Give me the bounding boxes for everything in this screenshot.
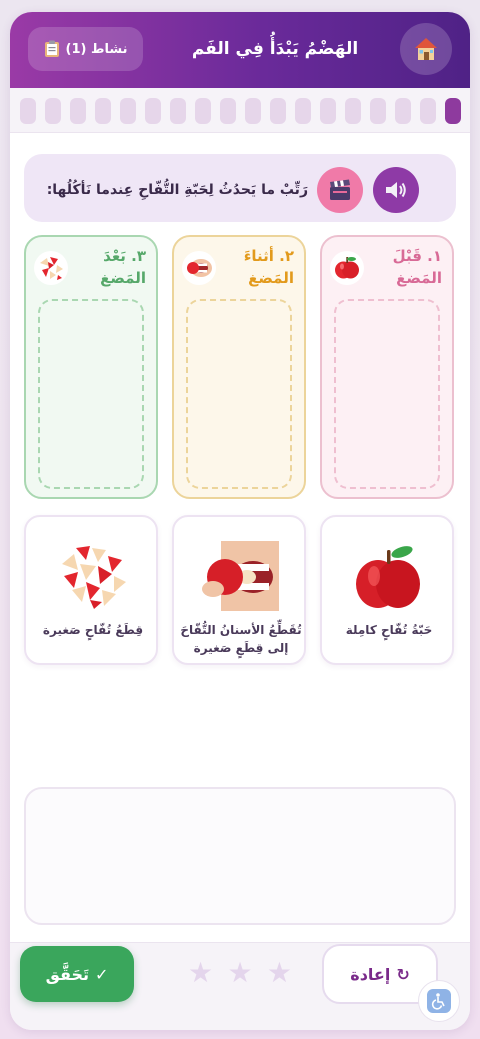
progress-segment [295, 98, 311, 124]
star-rating: ★ ★ ★ [188, 955, 292, 991]
progress-segment [245, 98, 261, 124]
stage-column-before: ١. قَبْلَ المَضغ [320, 235, 454, 499]
progress-segment [95, 98, 111, 124]
progress-segment [420, 98, 436, 124]
activity-label: نشاط (1) [65, 41, 128, 57]
card-apple-pieces[interactable]: قِطَعُ تُفّاحٍ صَغيرة [24, 515, 158, 665]
video-button[interactable] [317, 167, 363, 213]
card-label: تُقَطِّعُ الأسنانُ التُّفّاحَ إلى قِطَعٍ… [180, 623, 302, 655]
progress-segment [70, 98, 86, 124]
reset-label: إعادة [350, 964, 391, 984]
prompt-instruction: رَتِّبْ ما يَحدُثُ لِحَبّةِ التُّفّاحِ ع… [46, 182, 308, 198]
audio-button[interactable] [373, 167, 419, 213]
progress-segment [220, 98, 236, 124]
check-button[interactable]: ✓ تَحَقَّق [20, 946, 134, 1002]
progress-segment [145, 98, 161, 124]
card-label: قِطَعُ تُفّاحٍ صَغيرة [42, 623, 144, 637]
activity-button[interactable]: نشاط (1) [28, 27, 143, 71]
apple-pieces-image [51, 539, 135, 613]
speaker-icon [386, 182, 406, 198]
stage-label: ٢. أثناءَ المَضغ [243, 247, 294, 287]
wheelchair-icon [427, 989, 451, 1013]
clapperboard-icon [330, 179, 350, 200]
star-icon: ★ [188, 956, 214, 989]
card-whole-apple[interactable]: حَبّةُ تُفّاحٍ كامِلة [320, 515, 454, 665]
house-icon [415, 38, 437, 60]
progress-segment [45, 98, 61, 124]
star-icon: ★ [227, 956, 253, 989]
progress-segment [345, 98, 361, 124]
drop-zone-after[interactable] [38, 299, 144, 489]
progress-segment [20, 98, 36, 124]
clipboard-icon [44, 40, 59, 57]
card-teeth-biting[interactable]: تُقَطِّعُ الأسنانُ التُّفّاحَ إلى قِطَعٍ… [172, 515, 306, 665]
feedback-area [24, 787, 456, 925]
progress-track [10, 88, 470, 133]
biting-mouth-icon [182, 251, 216, 285]
check-icon: ✓ [95, 964, 109, 984]
progress-segment [270, 98, 286, 124]
check-label: تَحَقَّق [45, 964, 90, 984]
progress-segment [370, 98, 386, 124]
home-button[interactable] [400, 23, 452, 75]
star-icon: ★ [266, 956, 292, 989]
drop-zone-before[interactable] [334, 299, 440, 489]
reset-icon: ↻ [396, 964, 410, 984]
accessibility-button[interactable] [418, 980, 460, 1022]
progress-segment-current [445, 98, 461, 124]
stage-column-after: ٣. بَعْدَ المَضغ [24, 235, 158, 499]
header-bar: الهَضْمُ يَبْدَأُ فِي الفَم نشاط (1) [10, 12, 470, 88]
whole-apple-image [347, 539, 431, 613]
progress-segment [395, 98, 411, 124]
stage-label: ٣. بَعْدَ المَضغ [100, 247, 146, 287]
teeth-biting-apple-image [199, 539, 283, 613]
progress-segment [195, 98, 211, 124]
stage-column-during: ٢. أثناءَ المَضغ [172, 235, 306, 499]
card-label: حَبّةُ تُفّاحٍ كامِلة [345, 623, 433, 637]
stage-label: ١. قَبْلَ المَضغ [392, 247, 442, 287]
app-frame: الهَضْمُ يَبْدَأُ فِي الفَم نشاط (1) رَت… [10, 12, 470, 1030]
apple-icon [330, 251, 364, 285]
page-title: الهَضْمُ يَبْدَأُ فِي الفَم [191, 39, 359, 59]
drop-zone-during[interactable] [186, 299, 292, 489]
progress-segment [120, 98, 136, 124]
progress-segment [170, 98, 186, 124]
progress-segment [320, 98, 336, 124]
apple-pieces-icon [34, 251, 68, 285]
